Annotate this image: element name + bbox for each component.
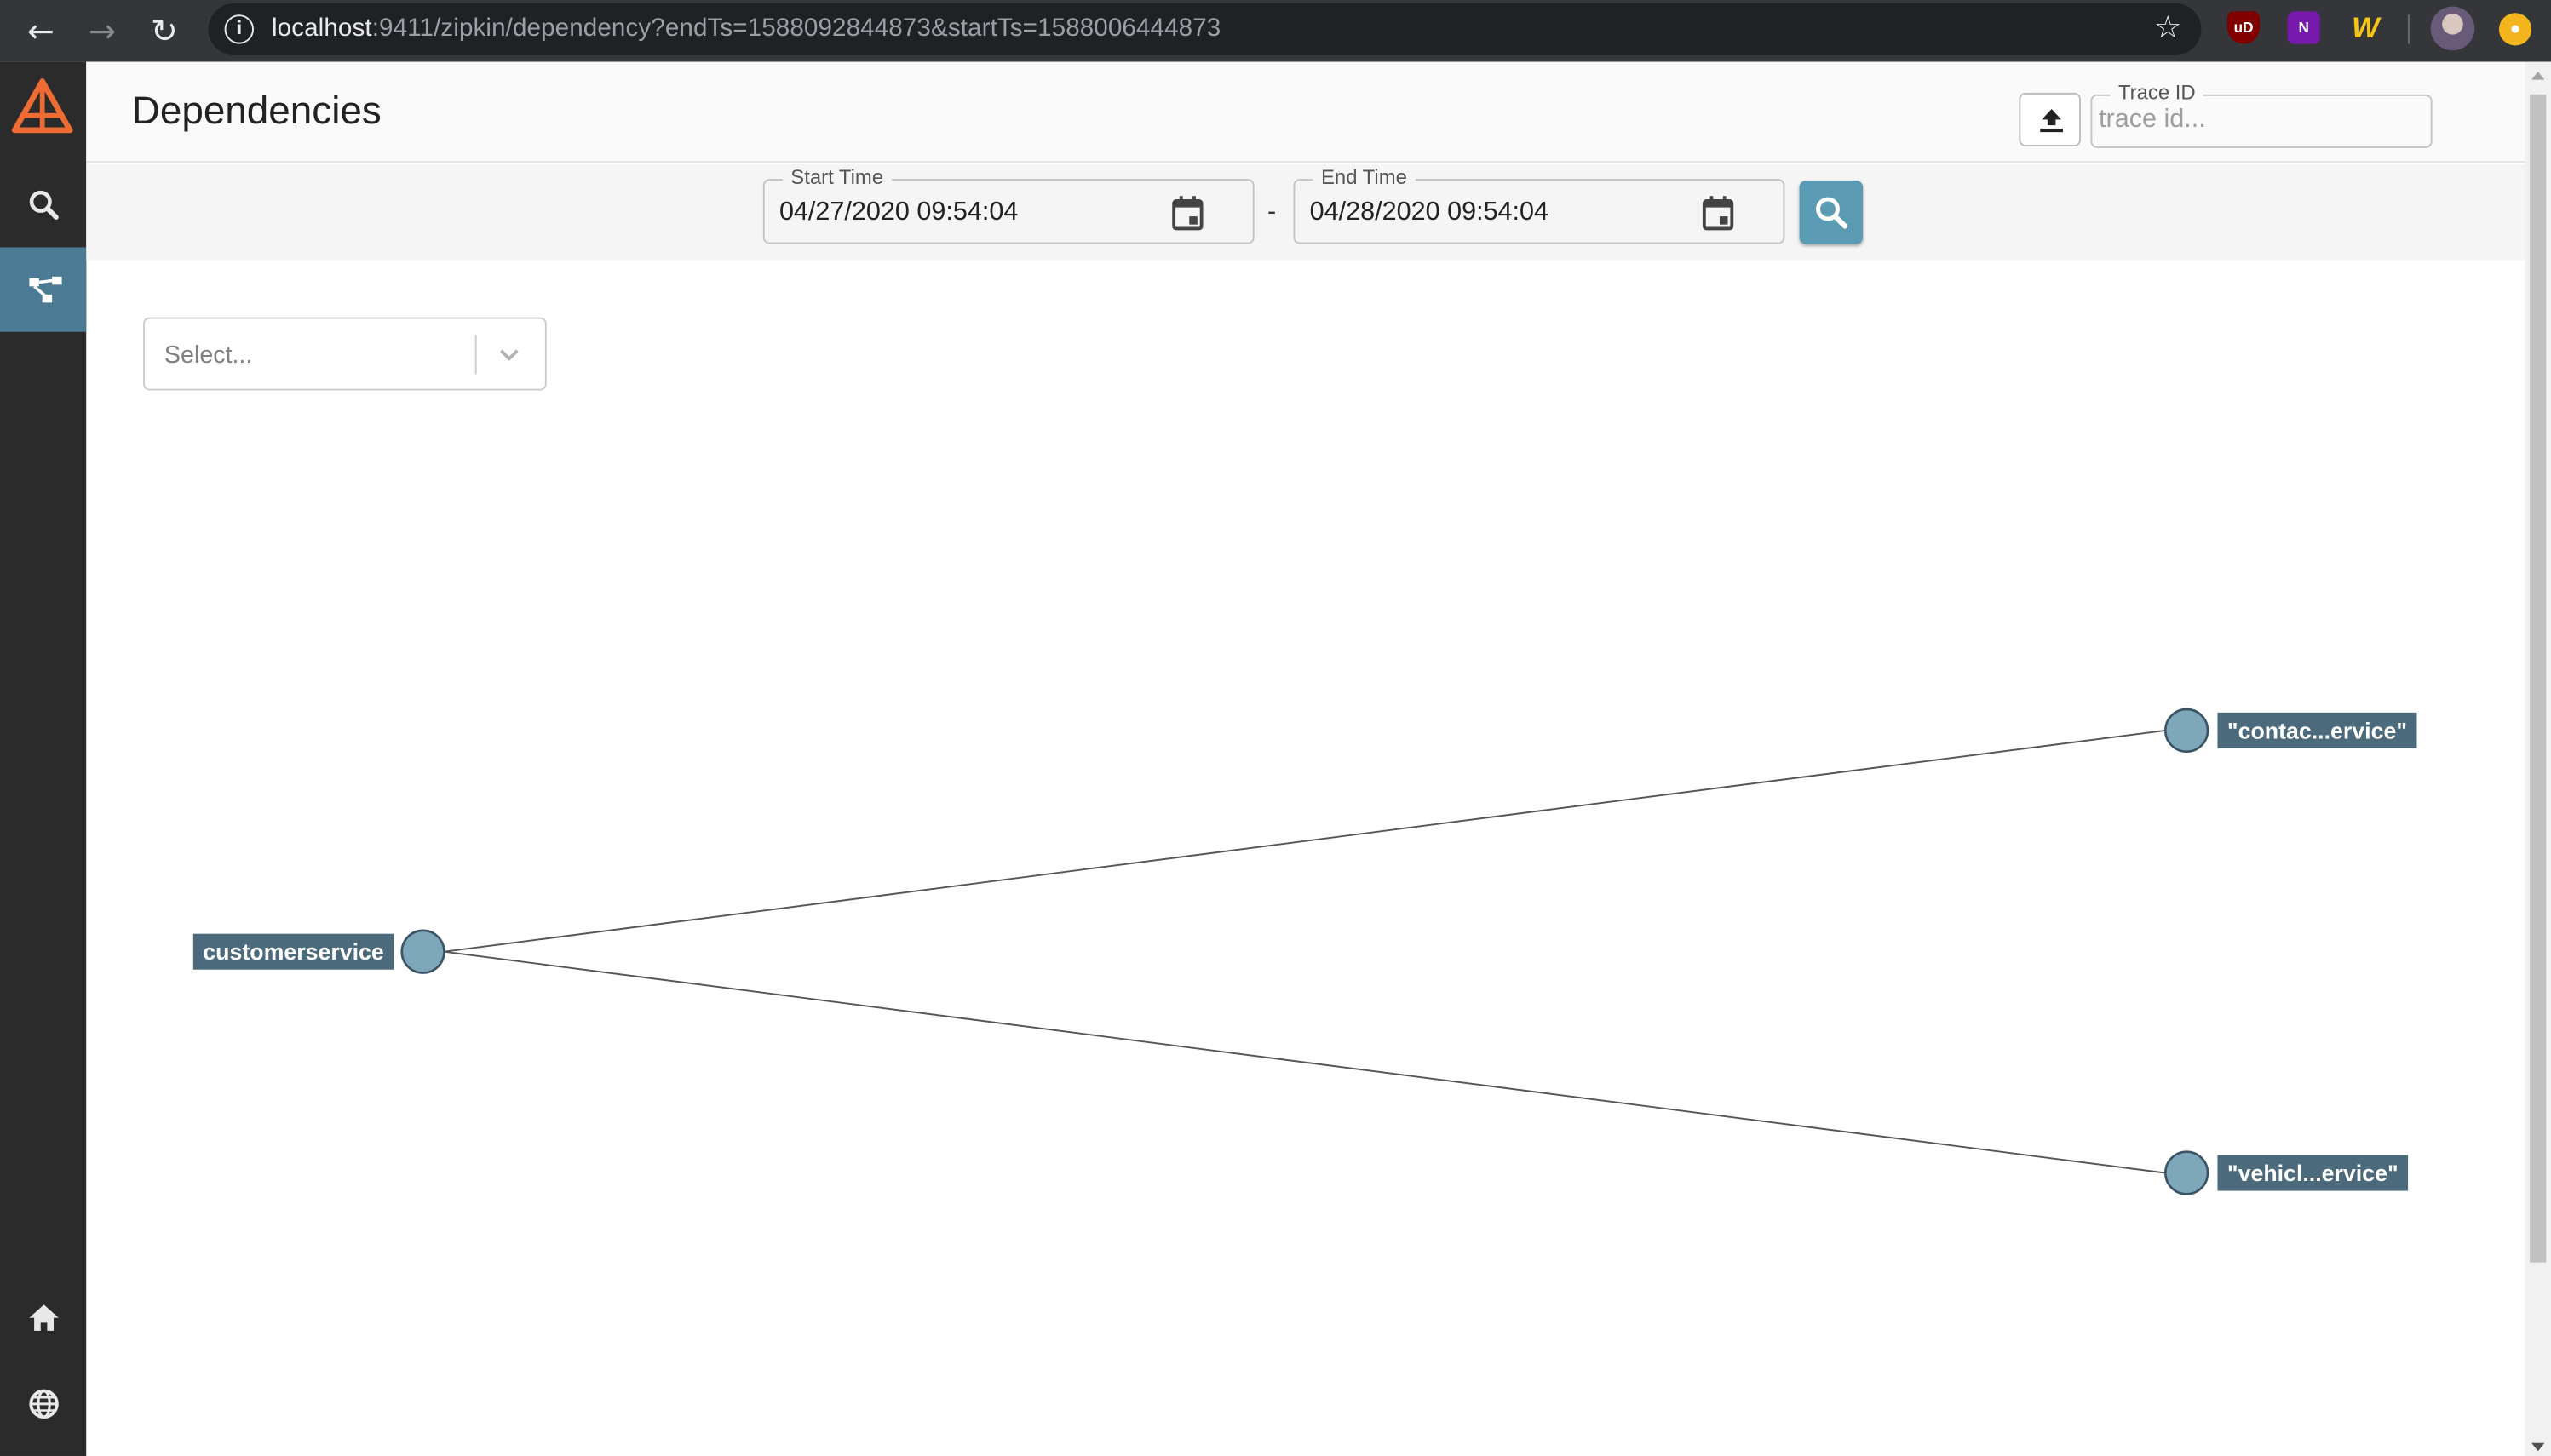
back-arrow-icon[interactable]: ← [20,9,62,52]
sidebar-item-website[interactable] [0,1361,86,1446]
dependency-edge-customerservice-contact[interactable] [444,729,2166,953]
bookmark-star-icon[interactable]: ☆ [2154,9,2182,45]
onenote-extension-icon[interactable]: N [2287,11,2320,44]
page-title: Dependencies [131,89,382,134]
sidebar [0,61,87,1456]
upload-trace-button[interactable] [2019,92,2082,146]
scroll-up-arrow-icon[interactable] [2531,72,2545,80]
start-time-input[interactable]: 04/27/2020 09:54:04 [779,198,1018,227]
time-range-separator: - [1267,198,1277,226]
forward-arrow-icon[interactable]: → [82,9,124,52]
service-node-circle[interactable] [400,929,445,974]
calendar-icon[interactable] [1702,195,1734,231]
calendar-icon[interactable] [1171,195,1204,231]
trace-id-field[interactable]: Trace ID trace id... [2090,81,2433,148]
time-range-bar: Start Time 04/27/2020 09:54:04 - End Tim… [86,163,2525,261]
url-text[interactable]: localhost:9411/zipkin/dependency?endTs=1… [272,14,1221,43]
service-node-vehicle[interactable]: "vehicl...ervice" [2164,1150,2409,1195]
scroll-thumb[interactable] [2530,94,2547,1263]
reload-icon[interactable]: ↻ [143,9,186,52]
end-time-field[interactable]: End Time 04/28/2020 09:54:04 [1293,165,1785,244]
end-time-input[interactable]: 04/28/2020 09:54:04 [1310,198,1548,227]
service-node-label: "vehicl...ervice" [2227,1161,2399,1186]
trace-id-input[interactable]: trace id... [2099,106,2206,135]
dependency-edge-customerservice-vehicle[interactable] [444,950,2166,1174]
service-node-label: "contac...ervice" [2227,718,2407,743]
browser-toolbar: ← → ↻ i localhost:9411/zipkin/dependency… [0,0,2551,62]
search-icon [1816,197,1848,229]
start-time-field[interactable]: Start Time 04/27/2020 09:54:04 [762,165,1255,244]
service-node-circle[interactable] [2164,708,2209,754]
end-time-label: End Time [1313,165,1416,189]
service-node-customerservice[interactable]: customerservice [192,929,445,974]
dependency-graph[interactable]: customerservice "contac...ervice" "vehicl.… [86,261,2525,1456]
w-extension-icon[interactable]: W [2349,11,2382,43]
page-header: Dependencies Trace ID trace id... [86,61,2525,163]
info-icon[interactable]: i [224,14,254,44]
zipkin-logo-icon[interactable] [11,77,73,139]
page-scrollbar[interactable] [2525,61,2551,1456]
scroll-down-arrow-icon[interactable] [2531,1442,2545,1452]
ublock-extension-icon[interactable]: uD [2226,11,2261,44]
service-node-contact[interactable]: "contac...ervice" [2164,708,2417,754]
upload-icon [2040,109,2064,133]
search-button[interactable] [1799,181,1864,244]
toolbar-divider [2407,14,2410,44]
extension-badge-icon[interactable]: ● [2498,13,2532,46]
home-icon [29,1304,59,1331]
sidebar-item-search[interactable] [0,163,86,247]
service-node-label: customerservice [203,939,384,965]
dependency-tree-icon [29,276,62,303]
search-icon [29,190,59,220]
profile-avatar[interactable] [2430,6,2475,51]
service-node-circle[interactable] [2164,1150,2209,1195]
trace-id-label: Trace ID [2110,81,2204,105]
start-time-label: Start Time [782,165,892,189]
address-bar[interactable]: i localhost:9411/zipkin/dependency?endTs… [208,3,2202,55]
globe-icon [29,1389,59,1419]
sidebar-item-dependencies[interactable] [0,247,87,332]
sidebar-item-home[interactable] [0,1275,86,1360]
